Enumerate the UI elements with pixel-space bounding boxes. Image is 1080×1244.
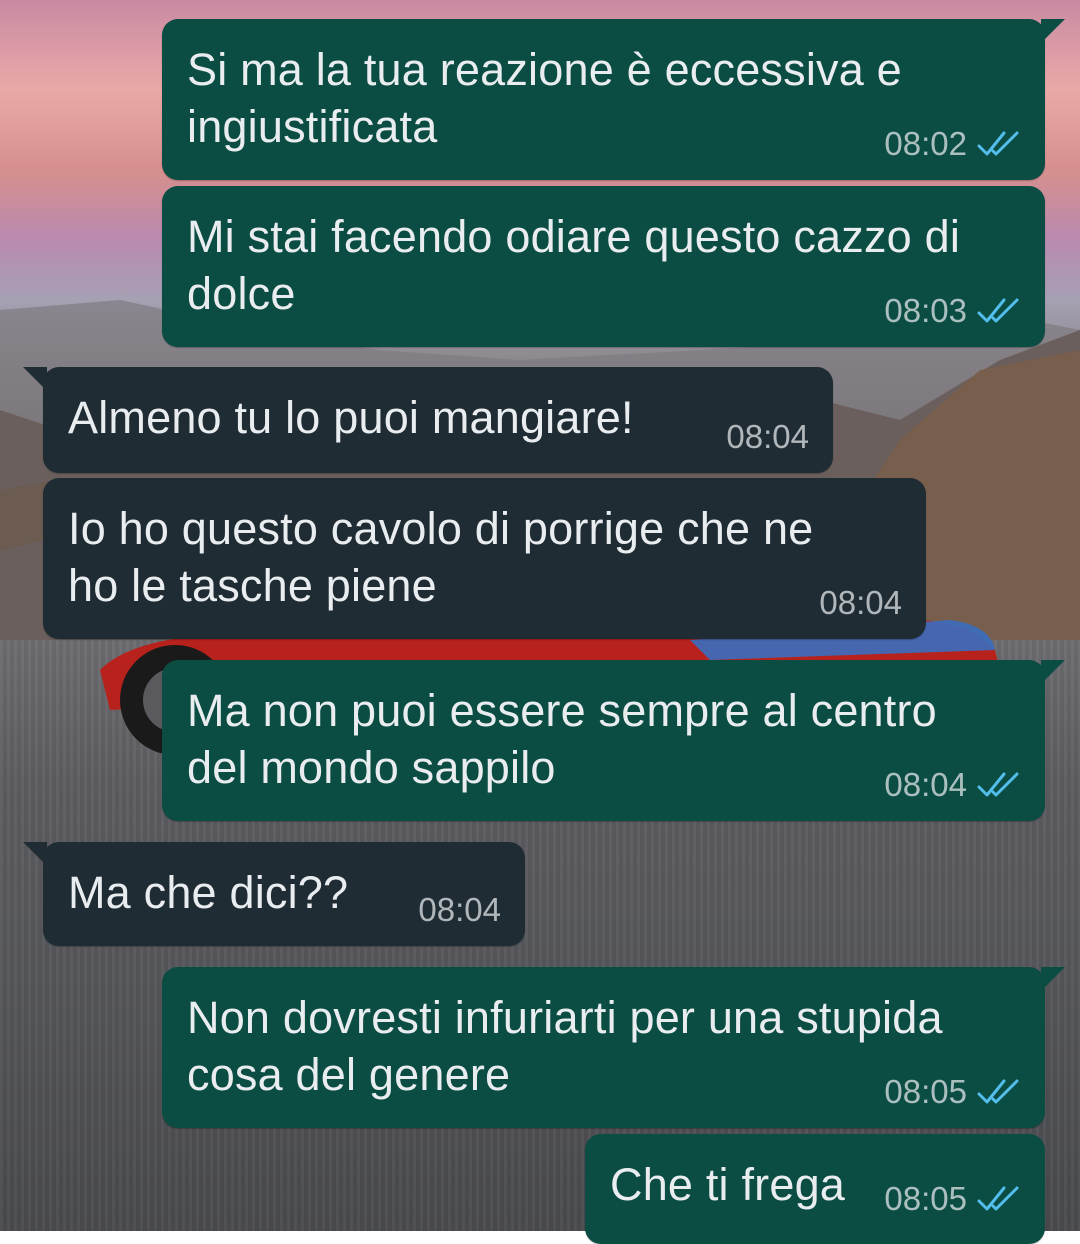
message-text: Io ho questo cavolo di porrige che ne ho… <box>68 503 814 611</box>
message-bubble[interactable]: Che ti frega 08:05 <box>585 1134 1045 1244</box>
message-time: 08:02 <box>884 125 967 162</box>
message-meta: 08:03 <box>884 292 1023 330</box>
message-text: Ma che dici?? <box>68 867 349 918</box>
message-text: Almeno tu lo puoi mangiare! <box>68 392 634 443</box>
message-meta: 08:05 <box>884 1073 1023 1111</box>
message-text: Si ma la tua reazione è eccessiva e ingi… <box>187 44 902 152</box>
message-bubble[interactable]: Mi stai facendo odiare questo cazzo di d… <box>162 186 1045 347</box>
message-bubble[interactable]: Non dovresti infuriarti per una stupida … <box>162 967 1065 1128</box>
message-bubble[interactable]: Io ho questo cavolo di porrige che ne ho… <box>43 478 926 639</box>
message-text: Non dovresti infuriarti per una stupida … <box>187 992 943 1100</box>
message-list[interactable]: Si ma la tua reazione è eccessiva e ingi… <box>0 0 1080 1244</box>
message-bubble[interactable]: Ma che dici?? 08:04 <box>23 842 525 946</box>
message-meta: 08:04 <box>726 418 809 456</box>
message-bubble[interactable]: Ma non puoi essere sempre al centro del … <box>162 660 1065 821</box>
message-text: Mi stai facendo odiare questo cazzo di d… <box>187 211 961 319</box>
message-meta: 08:05 <box>884 1180 1023 1218</box>
message-meta: 08:02 <box>884 125 1023 163</box>
double-check-read-icon <box>977 1186 1019 1211</box>
double-check-read-icon <box>977 772 1019 797</box>
double-check-read-icon <box>977 131 1019 156</box>
message-meta: 08:04 <box>884 766 1023 804</box>
message-meta: 08:04 <box>819 584 902 622</box>
message-time: 08:03 <box>884 292 967 329</box>
message-time: 08:04 <box>726 418 809 455</box>
message-text: Che ti frega <box>610 1159 846 1210</box>
double-check-read-icon <box>977 1079 1019 1104</box>
message-time: 08:04 <box>418 891 501 928</box>
message-time: 08:04 <box>884 766 967 803</box>
message-time: 08:04 <box>819 584 902 621</box>
message-bubble[interactable]: Si ma la tua reazione è eccessiva e ingi… <box>162 19 1065 180</box>
double-check-read-icon <box>977 298 1019 323</box>
message-bubble[interactable]: Almeno tu lo puoi mangiare! 08:04 <box>23 367 833 473</box>
message-time: 08:05 <box>884 1073 967 1110</box>
message-meta: 08:04 <box>418 891 501 929</box>
message-text: Ma non puoi essere sempre al centro del … <box>187 685 937 793</box>
message-time: 08:05 <box>884 1180 967 1217</box>
